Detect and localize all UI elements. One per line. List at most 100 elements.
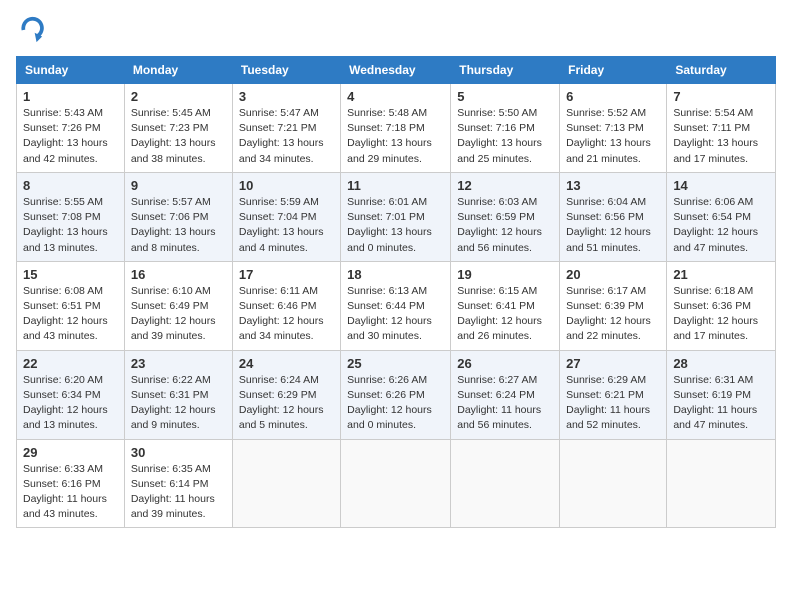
page-header	[16, 16, 776, 44]
day-number: 12	[457, 178, 553, 193]
day-number: 16	[131, 267, 226, 282]
calendar-cell: 8 Sunrise: 5:55 AM Sunset: 7:08 PM Dayli…	[17, 172, 125, 261]
calendar-week-row: 8 Sunrise: 5:55 AM Sunset: 7:08 PM Dayli…	[17, 172, 776, 261]
day-number: 9	[131, 178, 226, 193]
cell-info: Sunrise: 6:06 AM Sunset: 6:54 PM Dayligh…	[673, 195, 769, 256]
cell-info: Sunrise: 6:20 AM Sunset: 6:34 PM Dayligh…	[23, 373, 118, 434]
calendar-cell: 12 Sunrise: 6:03 AM Sunset: 6:59 PM Dayl…	[451, 172, 560, 261]
cell-info: Sunrise: 6:01 AM Sunset: 7:01 PM Dayligh…	[347, 195, 444, 256]
calendar-cell: 27 Sunrise: 6:29 AM Sunset: 6:21 PM Dayl…	[560, 350, 667, 439]
calendar-cell: 3 Sunrise: 5:47 AM Sunset: 7:21 PM Dayli…	[232, 84, 340, 173]
cell-info: Sunrise: 6:10 AM Sunset: 6:49 PM Dayligh…	[131, 284, 226, 345]
calendar-cell: 30 Sunrise: 6:35 AM Sunset: 6:14 PM Dayl…	[124, 439, 232, 528]
cell-info: Sunrise: 5:47 AM Sunset: 7:21 PM Dayligh…	[239, 106, 334, 167]
weekday-header: Saturday	[667, 57, 776, 84]
day-number: 1	[23, 89, 118, 104]
calendar-cell: 18 Sunrise: 6:13 AM Sunset: 6:44 PM Dayl…	[341, 261, 451, 350]
calendar-cell	[667, 439, 776, 528]
day-number: 22	[23, 356, 118, 371]
calendar-cell: 25 Sunrise: 6:26 AM Sunset: 6:26 PM Dayl…	[341, 350, 451, 439]
calendar-cell: 1 Sunrise: 5:43 AM Sunset: 7:26 PM Dayli…	[17, 84, 125, 173]
day-number: 17	[239, 267, 334, 282]
cell-info: Sunrise: 5:45 AM Sunset: 7:23 PM Dayligh…	[131, 106, 226, 167]
day-number: 30	[131, 445, 226, 460]
cell-info: Sunrise: 6:11 AM Sunset: 6:46 PM Dayligh…	[239, 284, 334, 345]
logo-icon	[16, 16, 44, 44]
calendar-cell: 5 Sunrise: 5:50 AM Sunset: 7:16 PM Dayli…	[451, 84, 560, 173]
weekday-header: Sunday	[17, 57, 125, 84]
calendar-cell	[341, 439, 451, 528]
cell-info: Sunrise: 6:27 AM Sunset: 6:24 PM Dayligh…	[457, 373, 553, 434]
weekday-header: Tuesday	[232, 57, 340, 84]
cell-info: Sunrise: 5:43 AM Sunset: 7:26 PM Dayligh…	[23, 106, 118, 167]
cell-info: Sunrise: 6:17 AM Sunset: 6:39 PM Dayligh…	[566, 284, 660, 345]
calendar-cell: 4 Sunrise: 5:48 AM Sunset: 7:18 PM Dayli…	[341, 84, 451, 173]
calendar-week-row: 15 Sunrise: 6:08 AM Sunset: 6:51 PM Dayl…	[17, 261, 776, 350]
calendar-week-row: 22 Sunrise: 6:20 AM Sunset: 6:34 PM Dayl…	[17, 350, 776, 439]
calendar-cell	[451, 439, 560, 528]
calendar-cell: 24 Sunrise: 6:24 AM Sunset: 6:29 PM Dayl…	[232, 350, 340, 439]
day-number: 15	[23, 267, 118, 282]
cell-info: Sunrise: 6:24 AM Sunset: 6:29 PM Dayligh…	[239, 373, 334, 434]
calendar-cell: 19 Sunrise: 6:15 AM Sunset: 6:41 PM Dayl…	[451, 261, 560, 350]
weekday-header-row: SundayMondayTuesdayWednesdayThursdayFrid…	[17, 57, 776, 84]
calendar-cell: 9 Sunrise: 5:57 AM Sunset: 7:06 PM Dayli…	[124, 172, 232, 261]
day-number: 13	[566, 178, 660, 193]
day-number: 3	[239, 89, 334, 104]
cell-info: Sunrise: 6:08 AM Sunset: 6:51 PM Dayligh…	[23, 284, 118, 345]
day-number: 24	[239, 356, 334, 371]
cell-info: Sunrise: 6:18 AM Sunset: 6:36 PM Dayligh…	[673, 284, 769, 345]
day-number: 6	[566, 89, 660, 104]
day-number: 8	[23, 178, 118, 193]
day-number: 2	[131, 89, 226, 104]
cell-info: Sunrise: 5:55 AM Sunset: 7:08 PM Dayligh…	[23, 195, 118, 256]
weekday-header: Monday	[124, 57, 232, 84]
day-number: 4	[347, 89, 444, 104]
cell-info: Sunrise: 6:33 AM Sunset: 6:16 PM Dayligh…	[23, 462, 118, 523]
calendar-cell: 10 Sunrise: 5:59 AM Sunset: 7:04 PM Dayl…	[232, 172, 340, 261]
cell-info: Sunrise: 5:57 AM Sunset: 7:06 PM Dayligh…	[131, 195, 226, 256]
calendar-week-row: 1 Sunrise: 5:43 AM Sunset: 7:26 PM Dayli…	[17, 84, 776, 173]
calendar-cell: 22 Sunrise: 6:20 AM Sunset: 6:34 PM Dayl…	[17, 350, 125, 439]
cell-info: Sunrise: 6:29 AM Sunset: 6:21 PM Dayligh…	[566, 373, 660, 434]
cell-info: Sunrise: 5:59 AM Sunset: 7:04 PM Dayligh…	[239, 195, 334, 256]
logo	[16, 16, 48, 44]
weekday-header: Thursday	[451, 57, 560, 84]
calendar-cell: 28 Sunrise: 6:31 AM Sunset: 6:19 PM Dayl…	[667, 350, 776, 439]
day-number: 5	[457, 89, 553, 104]
day-number: 25	[347, 356, 444, 371]
calendar-cell: 15 Sunrise: 6:08 AM Sunset: 6:51 PM Dayl…	[17, 261, 125, 350]
calendar-cell: 23 Sunrise: 6:22 AM Sunset: 6:31 PM Dayl…	[124, 350, 232, 439]
day-number: 27	[566, 356, 660, 371]
cell-info: Sunrise: 6:22 AM Sunset: 6:31 PM Dayligh…	[131, 373, 226, 434]
calendar-cell: 7 Sunrise: 5:54 AM Sunset: 7:11 PM Dayli…	[667, 84, 776, 173]
day-number: 23	[131, 356, 226, 371]
cell-info: Sunrise: 6:26 AM Sunset: 6:26 PM Dayligh…	[347, 373, 444, 434]
day-number: 7	[673, 89, 769, 104]
cell-info: Sunrise: 5:54 AM Sunset: 7:11 PM Dayligh…	[673, 106, 769, 167]
day-number: 11	[347, 178, 444, 193]
calendar-cell: 29 Sunrise: 6:33 AM Sunset: 6:16 PM Dayl…	[17, 439, 125, 528]
calendar-cell: 2 Sunrise: 5:45 AM Sunset: 7:23 PM Dayli…	[124, 84, 232, 173]
day-number: 14	[673, 178, 769, 193]
calendar-cell: 6 Sunrise: 5:52 AM Sunset: 7:13 PM Dayli…	[560, 84, 667, 173]
day-number: 19	[457, 267, 553, 282]
calendar-week-row: 29 Sunrise: 6:33 AM Sunset: 6:16 PM Dayl…	[17, 439, 776, 528]
cell-info: Sunrise: 6:15 AM Sunset: 6:41 PM Dayligh…	[457, 284, 553, 345]
cell-info: Sunrise: 5:50 AM Sunset: 7:16 PM Dayligh…	[457, 106, 553, 167]
cell-info: Sunrise: 6:31 AM Sunset: 6:19 PM Dayligh…	[673, 373, 769, 434]
calendar-cell	[560, 439, 667, 528]
weekday-header: Wednesday	[341, 57, 451, 84]
cell-info: Sunrise: 6:04 AM Sunset: 6:56 PM Dayligh…	[566, 195, 660, 256]
calendar-cell: 16 Sunrise: 6:10 AM Sunset: 6:49 PM Dayl…	[124, 261, 232, 350]
cell-info: Sunrise: 6:03 AM Sunset: 6:59 PM Dayligh…	[457, 195, 553, 256]
calendar-cell: 17 Sunrise: 6:11 AM Sunset: 6:46 PM Dayl…	[232, 261, 340, 350]
cell-info: Sunrise: 6:35 AM Sunset: 6:14 PM Dayligh…	[131, 462, 226, 523]
day-number: 29	[23, 445, 118, 460]
day-number: 18	[347, 267, 444, 282]
cell-info: Sunrise: 5:48 AM Sunset: 7:18 PM Dayligh…	[347, 106, 444, 167]
day-number: 26	[457, 356, 553, 371]
day-number: 20	[566, 267, 660, 282]
cell-info: Sunrise: 6:13 AM Sunset: 6:44 PM Dayligh…	[347, 284, 444, 345]
calendar-cell: 26 Sunrise: 6:27 AM Sunset: 6:24 PM Dayl…	[451, 350, 560, 439]
